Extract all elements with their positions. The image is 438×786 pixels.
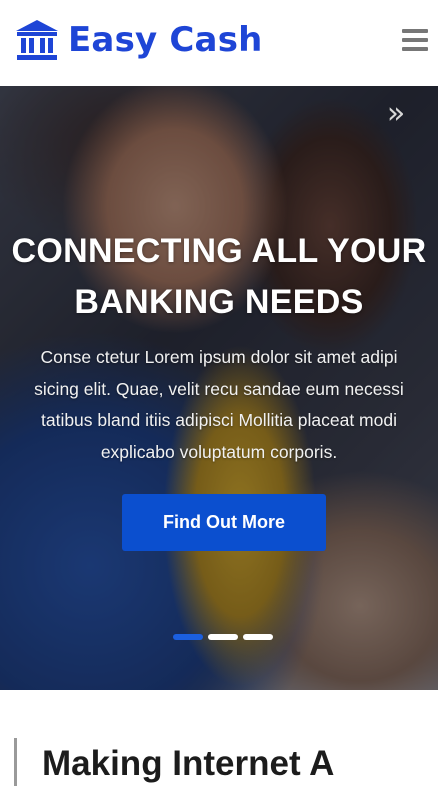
brand-logo[interactable]: Easy Cash — [14, 18, 263, 62]
hero-slider: » CONNECTING ALL YOUR BANKING NEEDS Cons… — [0, 86, 438, 690]
site-header: Easy Cash — [0, 0, 438, 86]
slider-dot-2[interactable] — [208, 634, 238, 640]
hero-title: CONNECTING ALL YOUR BANKING NEEDS — [11, 232, 427, 321]
section-heading: Making Internet A — [14, 738, 334, 786]
double-chevron-right-icon[interactable]: » — [382, 99, 410, 129]
brand-name: Easy Cash — [68, 20, 263, 60]
bank-icon — [16, 20, 58, 60]
section-heading-accent-bar — [14, 738, 17, 786]
find-out-more-button[interactable]: Find Out More — [122, 494, 326, 551]
hero-description: Conse ctetur Lorem ipsum dolor sit amet … — [34, 347, 404, 462]
hamburger-menu-icon[interactable] — [402, 29, 428, 51]
slider-indicators — [173, 634, 278, 640]
section-title: Making Internet A — [42, 744, 335, 783]
slider-dot-3[interactable] — [243, 634, 273, 640]
slider-dot-1[interactable] — [173, 634, 203, 640]
